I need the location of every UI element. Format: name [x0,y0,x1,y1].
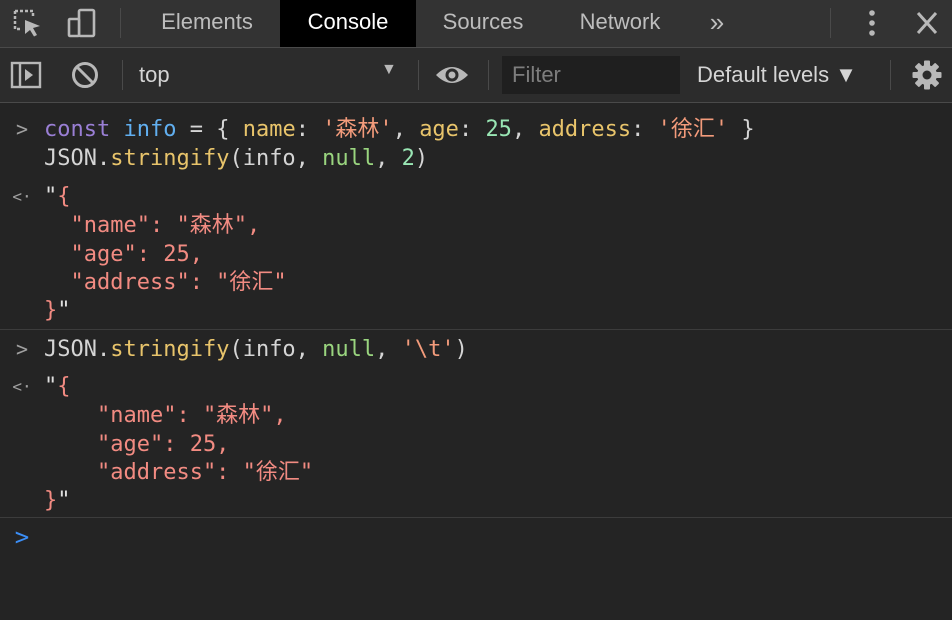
result-text: "name": "森林", [44,403,287,428]
toolbar-divider [890,60,891,90]
console-result-line: "address": "徐汇" [0,458,952,487]
console-output: > const info = { name: '森林', age: 25, ad… [0,103,952,620]
log-levels-dropdown[interactable]: Default levels ▼ [697,62,857,88]
close-icon[interactable] [912,8,942,38]
result-text: }" [44,298,71,323]
input-code[interactable]: const info = { name: '森林', age: 25, addr… [44,115,755,144]
result-text: "age": 25, [44,432,230,457]
devtools-tabbar: Elements Console Sources Network » [0,0,952,48]
console-result-line: "name": "森林", [0,401,952,430]
input-prompt-icon: > [15,117,29,141]
console-result-line: "address": "徐汇" [0,268,952,297]
console-result-line: <· "{ [0,182,952,211]
result-text: "address": "徐汇" [44,270,287,295]
tab-console[interactable]: Console [280,0,416,47]
console-result-line: "name": "森林", [0,211,952,240]
tab-elements[interactable]: Elements [140,0,274,47]
entry-divider [0,329,952,330]
console-result-line: "age": 25, [0,240,952,269]
tabbar-divider [120,8,121,38]
result-text: "age": 25, [44,242,203,267]
result-text: }" [44,488,71,513]
clear-console-icon[interactable] [70,60,100,95]
result-text: "name": "森林", [44,213,261,238]
filter-input[interactable] [502,56,680,94]
result-text: "{ [44,184,71,209]
input-prompt-icon: > [15,337,29,361]
result-arrow-icon: <· [12,187,32,206]
tab-sources[interactable]: Sources [422,0,544,47]
console-input-line: > JSON.stringify(info, null, '\t') [0,335,952,364]
gear-icon[interactable] [912,60,942,95]
console-result-line: }" [0,296,952,325]
result-arrow-icon: <· [12,377,32,396]
sidebar-toggle-icon[interactable] [10,61,42,94]
more-tabs-button[interactable]: » [700,0,734,47]
tabbar-divider [830,8,831,38]
console-prompt-line[interactable]: > [0,523,952,557]
console-input-line: > const info = { name: '森林', age: 25, ad… [0,115,952,144]
input-code[interactable]: JSON.stringify(info, null, '\t') [44,335,468,364]
chevron-down-icon[interactable]: ▼ [381,61,397,79]
console-result-line: }" [0,486,952,515]
device-toolbar-icon[interactable] [66,8,98,38]
toolbar-divider [122,60,123,90]
console-result-line: "age": 25, [0,430,952,459]
toolbar-divider [418,60,419,90]
entry-divider [0,517,952,518]
input-code[interactable]: JSON.stringify(info, null, 2) [44,144,428,173]
context-selector[interactable]: top [139,62,170,88]
console-input-line: JSON.stringify(info, null, 2) [0,144,952,173]
more-options-icon[interactable] [857,8,887,38]
console-toolbar: top ▼ Default levels ▼ [0,48,952,103]
result-text: "address": "徐汇" [44,460,314,485]
eye-icon[interactable] [434,62,470,93]
active-prompt-icon: > [14,523,30,551]
result-text: "{ [44,374,71,399]
toolbar-divider [488,60,489,90]
console-result-line: <· "{ [0,372,952,401]
inspect-element-icon[interactable] [12,8,44,38]
tab-network[interactable]: Network [560,0,680,47]
